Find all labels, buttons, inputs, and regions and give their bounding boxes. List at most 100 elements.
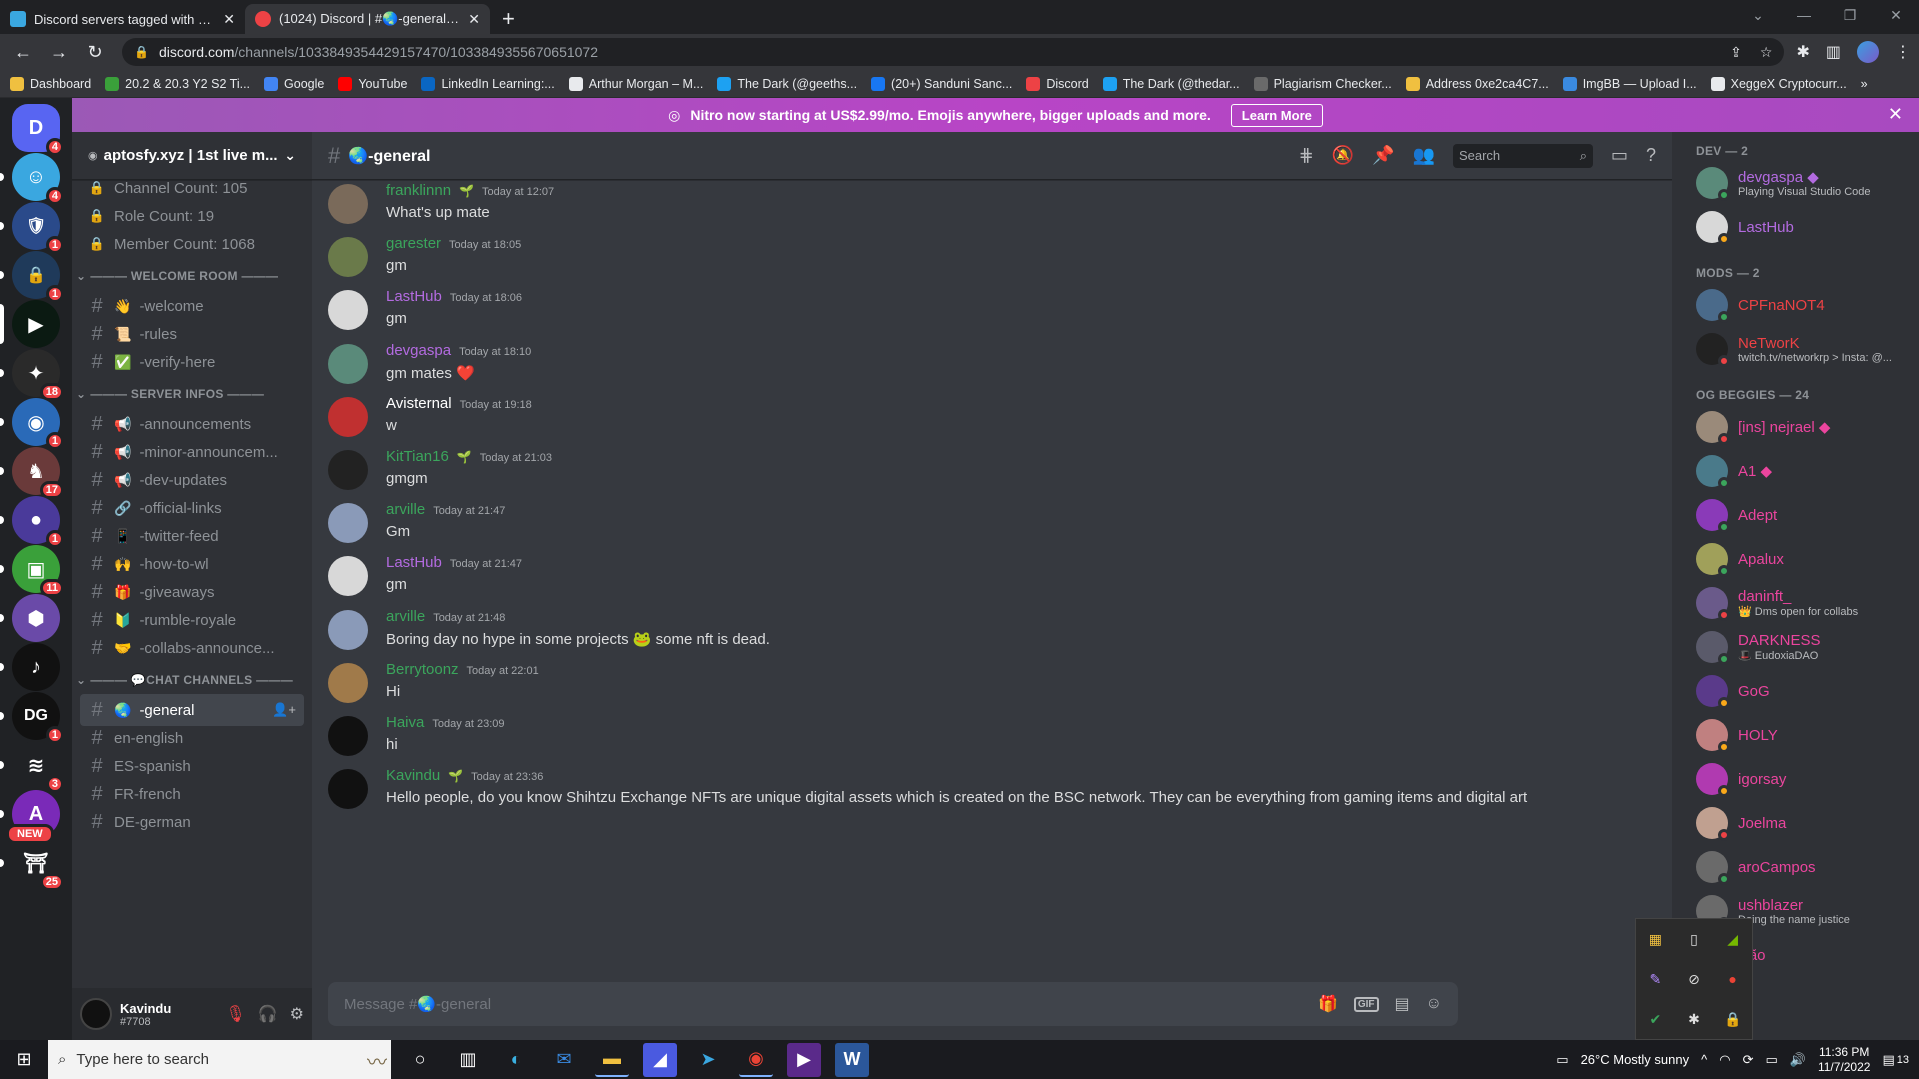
usb-icon[interactable]: ▯	[1690, 931, 1698, 948]
message-avatar[interactable]	[328, 609, 368, 650]
battery-icon[interactable]: ▭	[1765, 1052, 1777, 1068]
reload-icon[interactable]: ↻	[80, 37, 110, 67]
message[interactable]: arville Today at 21:48 Boring day no hype …	[328, 608, 1628, 664]
message-avatar[interactable]	[328, 716, 368, 756]
message-author[interactable]: arville	[386, 501, 425, 518]
user-avatar[interactable]	[80, 998, 112, 1030]
message-author[interactable]: Kavindu	[386, 767, 440, 784]
message-avatar[interactable]	[328, 184, 368, 224]
headphones-icon[interactable]: 🎧	[258, 1004, 278, 1024]
lock-icon[interactable]: 🔒	[1724, 1011, 1741, 1028]
server-icon[interactable]: ▶	[12, 300, 60, 348]
notifications-muted-icon[interactable]: 🔕	[1332, 145, 1354, 166]
notifications-icon[interactable]: ▤ 13	[1882, 1052, 1909, 1068]
member-item[interactable]: devgaspa ◆ Playing Visual Studio Code	[1696, 162, 1912, 204]
forward-icon[interactable]: →	[44, 37, 74, 67]
message[interactable]: LastHub Today at 21:47 gm	[328, 554, 1628, 610]
bookmark-star-icon[interactable]: ☆	[1760, 44, 1773, 61]
member-item[interactable]: LastHub	[1696, 206, 1912, 248]
edge-icon[interactable]: ◐	[499, 1043, 533, 1077]
sticker-icon[interactable]: ▤	[1395, 994, 1410, 1014]
chrome-tray-icon[interactable]: ●	[1728, 971, 1736, 987]
message-author[interactable]: franklinnn	[386, 182, 451, 199]
share-icon[interactable]: ⇪	[1730, 44, 1742, 61]
message-author[interactable]: garester	[386, 235, 441, 252]
bookmark-item[interactable]: YouTube	[338, 76, 407, 91]
server-icon[interactable]: ⛩ 25	[12, 839, 64, 891]
bookmark-item[interactable]: Dashboard	[10, 76, 91, 91]
message-author[interactable]: arville	[386, 608, 425, 625]
weather-text[interactable]: 26°C Mostly sunny	[1581, 1052, 1690, 1067]
server-icon[interactable]: 🔒 1	[12, 251, 64, 303]
mail-icon[interactable]: ✉	[547, 1043, 581, 1077]
bookmark-item[interactable]: The Dark (@geeths...	[717, 76, 857, 91]
member-list-icon[interactable]: 👥	[1413, 145, 1435, 166]
help-icon[interactable]: ?	[1646, 145, 1656, 166]
message-avatar[interactable]	[328, 343, 368, 384]
server-icon[interactable]: D4	[12, 104, 64, 156]
message-avatar[interactable]	[328, 450, 368, 490]
extensions-icon[interactable]: ✱	[1796, 42, 1809, 62]
message-author[interactable]: LastHub	[386, 288, 442, 305]
shield-icon[interactable]: ✔	[1649, 1011, 1661, 1028]
category-header[interactable]: ⌄ ——— WELCOME ROOM ———	[76, 266, 308, 286]
settings-gear-icon[interactable]: ⚙	[290, 1004, 304, 1024]
message[interactable]: franklinnn 🌱 Today at 12:07 What's up mate	[328, 182, 1628, 238]
bookmark-item[interactable]: The Dark (@thedar...	[1102, 76, 1240, 91]
taskbar-search-input[interactable]: ⌕ Type here to search 〰	[48, 1040, 391, 1079]
channel-item[interactable]: # ✅ -verify-here	[80, 346, 304, 378]
message-author[interactable]: Avisternal	[386, 395, 452, 412]
back-icon[interactable]: ←	[8, 37, 38, 67]
message-author[interactable]: Berrytoonz	[386, 661, 459, 678]
member-item[interactable]: [ins] nejrael ◆	[1696, 406, 1912, 448]
mute-mic-icon[interactable]: 🎙	[225, 1004, 245, 1024]
menu-icon[interactable]: ⋮	[1895, 42, 1911, 62]
server-icon[interactable]: ✦ 18	[12, 349, 64, 401]
member-item[interactable]: A1 ◆	[1696, 450, 1912, 492]
bookmark-item[interactable]: (20+) Sanduni Sanc...	[871, 76, 1012, 91]
server-icon[interactable]: ♞ 17	[12, 447, 64, 499]
side-panel-icon[interactable]: ▥	[1826, 42, 1841, 62]
member-item[interactable]: daninft_ 👑 Dms open for collabs	[1696, 582, 1912, 624]
inbox-icon[interactable]: ▭	[1611, 145, 1628, 166]
message-author[interactable]: KitTian16	[386, 448, 449, 465]
invite-icon[interactable]: 👤+	[272, 702, 296, 718]
cortana-icon[interactable]: ○	[403, 1043, 437, 1077]
member-item[interactable]: Adept	[1696, 494, 1912, 536]
member-item[interactable]: Joelma	[1696, 802, 1912, 844]
tab-search-icon[interactable]: ⌄	[1735, 0, 1781, 30]
category-header[interactable]: ⌄ ——— 💬CHAT CHANNELS ———	[76, 670, 308, 690]
tab-discord-general[interactable]: (1024) Discord | #🌏-general | ap ✕	[245, 4, 490, 34]
bookmark-item[interactable]: Address 0xe2ca4C7...	[1405, 76, 1549, 91]
minimize-icon[interactable]: —	[1781, 0, 1827, 30]
volume-icon[interactable]: 🔊	[1790, 1052, 1806, 1068]
chrome-icon[interactable]: ◉	[739, 1043, 773, 1077]
bookmark-item[interactable]: XeggeX Cryptocurr...	[1710, 76, 1847, 91]
network-off-icon[interactable]: ⊘	[1688, 971, 1700, 988]
wifi-icon[interactable]: ◠	[1719, 1052, 1730, 1068]
bookmark-item[interactable]: Plagiarism Checker...	[1253, 76, 1392, 91]
message-avatar[interactable]	[328, 290, 368, 331]
message-input[interactable]: Message #🌏-general 🎁 GIF ▤ ☺	[328, 982, 1458, 1026]
bookmark-item[interactable]: LinkedIn Learning:...	[421, 76, 555, 91]
member-item[interactable]: Apalux	[1696, 538, 1912, 580]
telegram-icon[interactable]: ➤	[691, 1043, 725, 1077]
restore-icon[interactable]: ❐	[1827, 0, 1873, 30]
message[interactable]: Avisternal Today at 19:18 w	[328, 395, 1628, 451]
message-avatar[interactable]	[328, 503, 368, 544]
pin-icon[interactable]: 📌	[1372, 145, 1394, 166]
tray-app-icon[interactable]: ▦	[1649, 931, 1662, 948]
gift-icon[interactable]: 🎁	[1318, 994, 1338, 1014]
message[interactable]: LastHub Today at 18:06 gm	[328, 288, 1628, 344]
bookmark-item[interactable]: 20.2 & 20.3 Y2 S2 Ti...	[105, 76, 250, 91]
message[interactable]: Berrytoonz Today at 22:01 Hi	[328, 661, 1628, 717]
server-icon[interactable]: 🛡 1	[12, 202, 64, 254]
bookmark-item[interactable]: Arthur Morgan – M...	[568, 76, 703, 91]
file-explorer-icon[interactable]: ▬	[595, 1043, 629, 1077]
pen-icon[interactable]: ✎	[1649, 971, 1661, 988]
message[interactable]: devgaspa Today at 18:10 gm mates ❤️	[328, 342, 1628, 398]
server-icon[interactable]: ♪	[12, 643, 60, 691]
gif-icon[interactable]: GIF	[1353, 996, 1379, 1012]
learn-more-button[interactable]: Learn More	[1230, 103, 1323, 127]
server-icon[interactable]: ☺ 4	[12, 153, 64, 205]
